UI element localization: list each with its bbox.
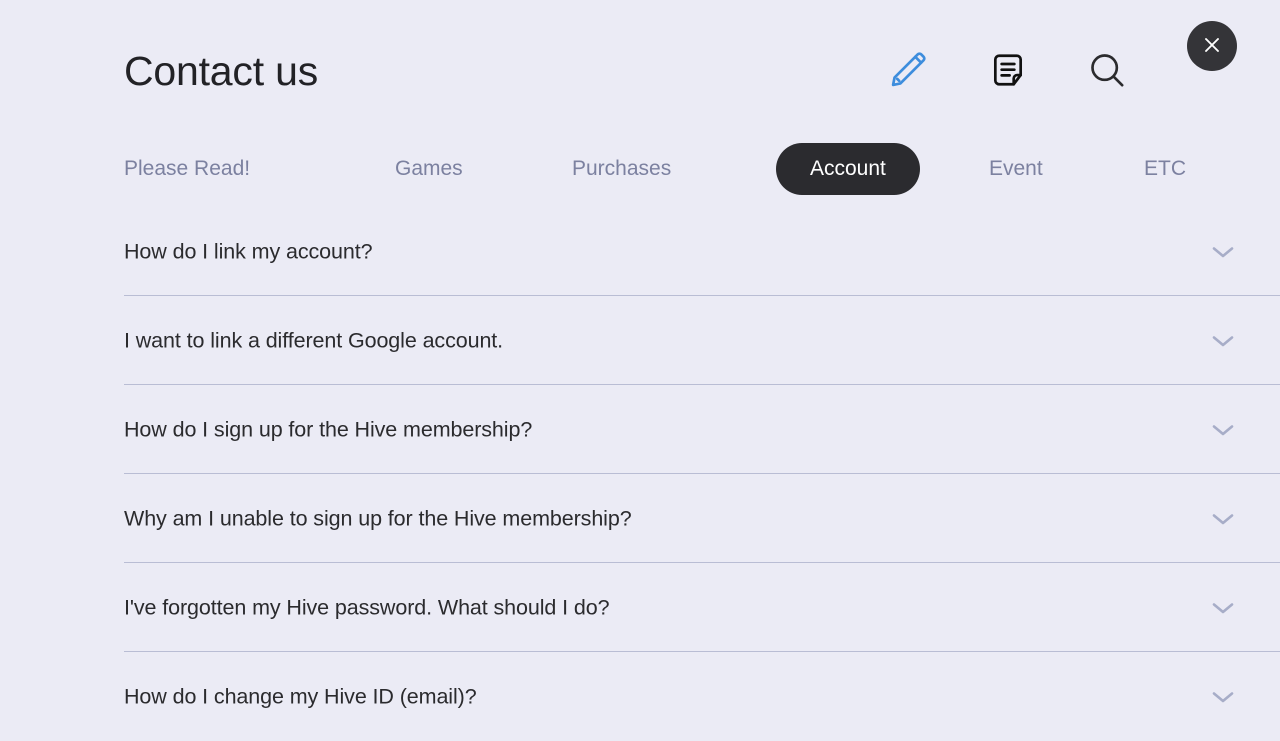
- faq-question: How do I link my account?: [124, 239, 373, 263]
- tab-games[interactable]: Games: [395, 143, 463, 195]
- page-title: Contact us: [124, 48, 318, 94]
- tab-purchases[interactable]: Purchases: [572, 143, 671, 195]
- faq-row[interactable]: I want to link a different Google accoun…: [0, 296, 1280, 385]
- contact-us-page: Contact us Please Read! Games Purchases …: [0, 0, 1280, 720]
- tab-account[interactable]: Account: [776, 143, 920, 195]
- faq-question: I want to link a different Google accoun…: [124, 328, 504, 352]
- faq-question: How do I change my Hive ID (email)?: [124, 684, 477, 708]
- chevron-down-icon[interactable]: [1210, 244, 1236, 260]
- page-header: Contact us: [0, 0, 1280, 128]
- faq-question: How do I sign up for the Hive membership…: [124, 417, 533, 441]
- category-tabs: Please Read! Games Purchases Account Eve…: [0, 143, 1280, 197]
- my-inquiries-button[interactable]: [982, 45, 1034, 97]
- faq-row[interactable]: How do I link my account?: [0, 207, 1280, 296]
- faq-row[interactable]: Why am I unable to sign up for the Hive …: [0, 474, 1280, 563]
- search-button[interactable]: [1081, 45, 1133, 97]
- faq-list: How do I link my account? I want to link…: [0, 207, 1280, 741]
- tab-event[interactable]: Event: [989, 143, 1043, 195]
- chevron-down-icon[interactable]: [1210, 422, 1236, 438]
- write-inquiry-button[interactable]: [882, 45, 934, 97]
- faq-row[interactable]: How do I change my Hive ID (email)?: [0, 652, 1280, 741]
- chevron-down-icon[interactable]: [1210, 689, 1236, 705]
- faq-row[interactable]: I've forgotten my Hive password. What sh…: [0, 563, 1280, 652]
- faq-question: Why am I unable to sign up for the Hive …: [124, 506, 632, 530]
- faq-question: I've forgotten my Hive password. What sh…: [124, 595, 610, 619]
- search-icon: [1087, 50, 1127, 93]
- tab-please-read[interactable]: Please Read!: [124, 143, 250, 195]
- close-icon: [1200, 33, 1224, 60]
- chevron-down-icon[interactable]: [1210, 511, 1236, 527]
- chevron-down-icon[interactable]: [1210, 333, 1236, 349]
- edit-icon: [889, 51, 927, 92]
- tab-etc[interactable]: ETC: [1144, 143, 1186, 195]
- close-button[interactable]: [1187, 21, 1237, 71]
- faq-row[interactable]: How do I sign up for the Hive membership…: [0, 385, 1280, 474]
- chevron-down-icon[interactable]: [1210, 600, 1236, 616]
- document-icon: [989, 51, 1027, 92]
